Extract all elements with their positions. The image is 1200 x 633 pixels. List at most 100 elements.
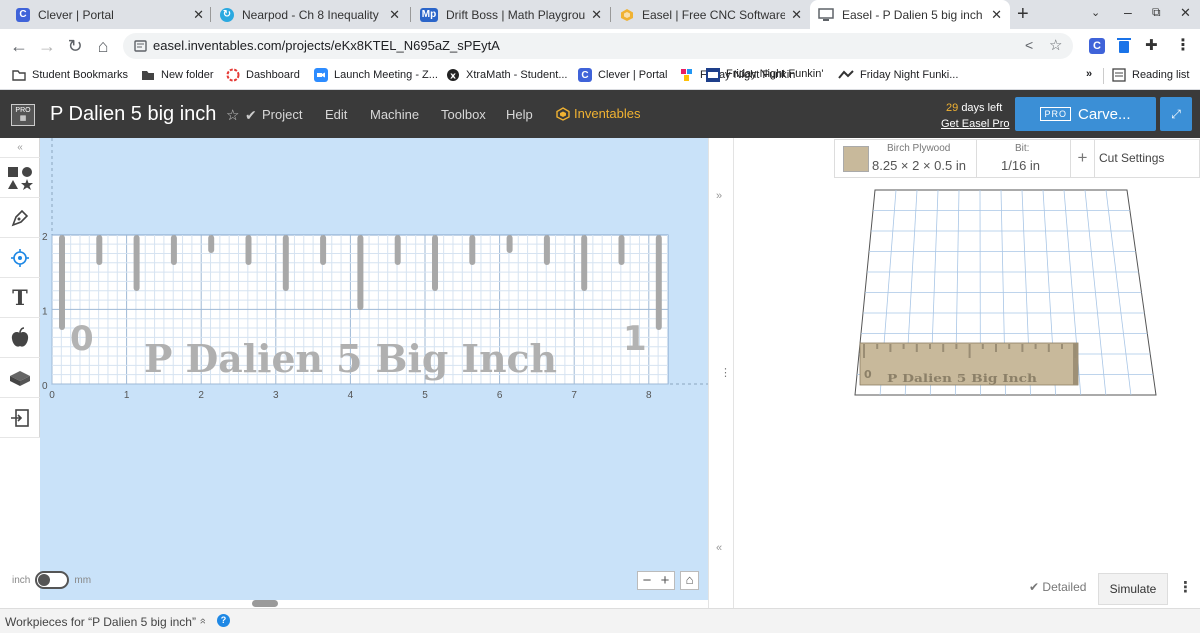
star-icon[interactable]: ☆ [226,107,239,124]
forward-icon[interactable]: → [36,35,58,57]
design-canvas[interactable]: 0 1 P Dalien 5 Big Inch 0 1 2 3 4 5 6 7 8 2 1 0 in… [12,138,708,600]
ruler-tick[interactable] [96,235,103,265]
reload-icon[interactable]: ↻ [64,35,86,57]
collapse-preview-icon[interactable]: « [716,542,722,554]
reading-list-button[interactable]: Reading list [1112,68,1189,82]
home-view-icon[interactable]: ⌂ [680,571,699,590]
close-icon[interactable]: ✕ [791,7,802,23]
address-bar[interactable]: easel.inventables.com/projects/eKx8KTEL_… [123,33,1073,59]
ruler-tick[interactable] [133,235,140,291]
material-selector[interactable]: Birch Plywood 8.25 × 2 × 0.5 in [835,140,977,177]
ruler-tick[interactable] [543,235,550,265]
add-bit-button[interactable]: + [1071,140,1095,177]
unit-toggle[interactable]: inch mm [12,571,91,589]
star-icon[interactable]: ☆ [1049,36,1062,54]
ruler-tick[interactable] [506,235,513,253]
tab-math-playground[interactable]: Mp Drift Boss | Math Playground ✕ [412,0,610,29]
collapse-tools-icon[interactable]: « [0,138,40,158]
ruler-tick[interactable] [320,235,327,265]
unit-switch[interactable] [35,571,70,589]
share-icon[interactable]: < [1025,37,1033,53]
more-bookmarks-icon[interactable]: » [1086,68,1092,80]
get-easel-pro-link[interactable]: Get Easel Pro [941,118,1009,130]
menu-machine[interactable]: Machine [370,107,419,122]
carve-preview-3d[interactable]: 0 P Dalien 5 Big Inch [845,185,1165,400]
ruler-tick[interactable] [432,235,438,291]
tab-easel-project[interactable]: Easel - P Dalien 5 big inch ✕ [810,0,1010,29]
canvas-drawing[interactable]: 0 1 P Dalien 5 Big Inch 0 1 2 3 4 5 6 7 8 2 1 0 [40,138,708,600]
bookmark-new-folder[interactable]: New folder [141,68,214,82]
expand-preview-icon[interactable]: » [716,190,722,202]
fullscreen-icon[interactable]: ⤢ [1160,97,1192,131]
target-tool[interactable] [0,238,40,278]
ruler-tick[interactable] [394,235,401,265]
ruler-tick[interactable] [208,235,215,253]
window-close-icon[interactable]: ✕ [1180,5,1191,21]
ruler-tick[interactable] [581,235,588,291]
new-tab-icon[interactable]: + [1017,3,1029,26]
page-info-icon[interactable] [134,40,147,52]
menu-help[interactable]: Help [506,107,533,122]
menu-project[interactable]: Project [262,107,302,122]
bookmark-student-bookmarks[interactable]: Student Bookmarks [12,68,128,82]
ruler-tick[interactable] [469,235,476,265]
cut-settings-button[interactable]: Cut Settings [1099,151,1164,165]
bit-selector[interactable]: Bit: 1/16 in [977,140,1071,177]
bookmark-dashboard[interactable]: Dashboard [226,68,300,82]
bookmark-clever[interactable]: C Clever | Portal [578,68,668,82]
ruler-tick[interactable] [357,235,364,310]
tab-easel-free-cnc[interactable]: Easel | Free CNC Software | Inv ✕ [612,0,810,29]
carve-button[interactable]: PRO Carve... [1015,97,1156,131]
ruler-design-text[interactable]: P Dalien 5 Big Inch [144,336,557,381]
close-icon[interactable]: ✕ [389,7,400,23]
project-title[interactable]: P Dalien 5 big inch ☆ ✔ [50,103,257,126]
inventables-link[interactable]: Inventables [556,106,641,121]
ruler-tick[interactable] [618,235,625,265]
back-icon[interactable]: ← [8,35,30,57]
tab-nearpod[interactable]: ↻ Nearpod - Ch 8 Inequality Prac ✕ [212,0,408,29]
home-icon[interactable]: ⌂ [92,35,114,57]
tab-search-icon[interactable]: ⌄ [1091,6,1100,19]
minimize-icon[interactable]: – [1124,4,1132,20]
ruler-one-text[interactable]: 1 [623,319,647,359]
parts-tool[interactable] [0,358,40,398]
menu-edit[interactable]: Edit [325,107,347,122]
import-tool[interactable] [0,398,40,438]
extensions-puzzle-icon[interactable]: ✚ [1145,36,1158,54]
panel-divider[interactable]: » ⋮ « [708,138,734,608]
zoom-out-button[interactable]: − [643,572,652,589]
preview-menu-icon[interactable]: ⋮ [1178,578,1193,596]
drag-handle-icon[interactable]: ⋮ [720,366,731,379]
close-icon[interactable]: ✕ [193,7,204,23]
ruler-tick[interactable] [59,235,65,330]
workpieces-bar[interactable]: Workpieces for “P Dalien 5 big inch” » ? [0,608,1200,633]
menu-toolbox[interactable]: Toolbox [441,107,486,122]
easel-pro-logo-icon[interactable]: PRO ▦ [11,104,35,126]
trash-extension-icon[interactable] [1117,37,1131,54]
bookmark-xtramath[interactable]: x XtraMath - Student... [446,68,568,82]
apps-tool[interactable] [0,318,40,358]
tab-clever-portal[interactable]: C Clever | Portal ✕ [8,0,212,29]
detailed-toggle[interactable]: ✔ Detailed [1029,580,1086,594]
help-icon[interactable]: ? [217,614,230,627]
ruler-zero-text[interactable]: 0 [70,319,94,359]
horizontal-scrollbar[interactable] [252,600,278,607]
text-tool-icon[interactable]: T [0,278,40,318]
clever-extension-icon[interactable]: C [1089,38,1105,54]
ruler-tick[interactable] [282,235,289,291]
browser-menu-icon[interactable]: ⋮ [1175,35,1191,55]
simulate-button[interactable]: Simulate [1098,573,1168,605]
bookmark-zoom[interactable]: Launch Meeting - Z... [314,68,438,82]
zoom-in-button[interactable]: + [661,572,670,589]
ruler-tick[interactable] [245,235,252,265]
close-icon[interactable]: ✕ [591,7,602,23]
restore-icon[interactable]: ⧉ [1152,5,1161,20]
expand-workpieces-icon[interactable]: » [197,618,209,624]
bookmark-fnf-3[interactable]: Friday Night Funki... [838,68,958,82]
bookmark-fnf-2[interactable] [706,68,726,82]
ruler-tick[interactable] [170,235,177,265]
ruler-tick[interactable] [655,235,662,330]
pen-tool[interactable] [0,198,40,238]
shapes-tool[interactable] [0,158,40,198]
close-icon[interactable]: ✕ [991,7,1002,23]
